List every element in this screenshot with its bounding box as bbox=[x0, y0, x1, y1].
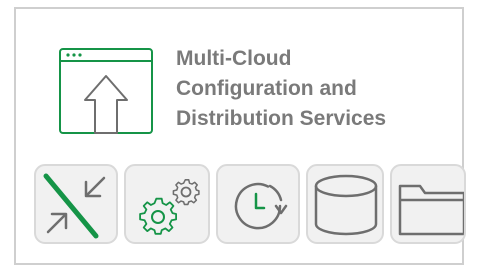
browser-window-upload-icon bbox=[56, 46, 156, 136]
tile-settings[interactable] bbox=[124, 164, 210, 244]
service-title: Multi-Cloud Configuration and Distributi… bbox=[176, 44, 456, 134]
database-cylinder-icon bbox=[314, 174, 378, 236]
tile-folder[interactable] bbox=[390, 164, 466, 244]
gears-settings-icon bbox=[139, 179, 200, 235]
folder-icon bbox=[398, 184, 464, 236]
title-line-3: Distribution Services bbox=[176, 107, 387, 130]
tile-database[interactable] bbox=[306, 164, 384, 244]
title-line-1: Multi-Cloud bbox=[176, 47, 292, 70]
collapse-arrows-icon bbox=[43, 173, 106, 239]
clock-refresh-icon bbox=[234, 182, 288, 230]
title-line-2: Configuration and bbox=[176, 77, 357, 100]
tile-collapse[interactable] bbox=[34, 164, 118, 244]
tile-schedule[interactable] bbox=[216, 164, 300, 244]
